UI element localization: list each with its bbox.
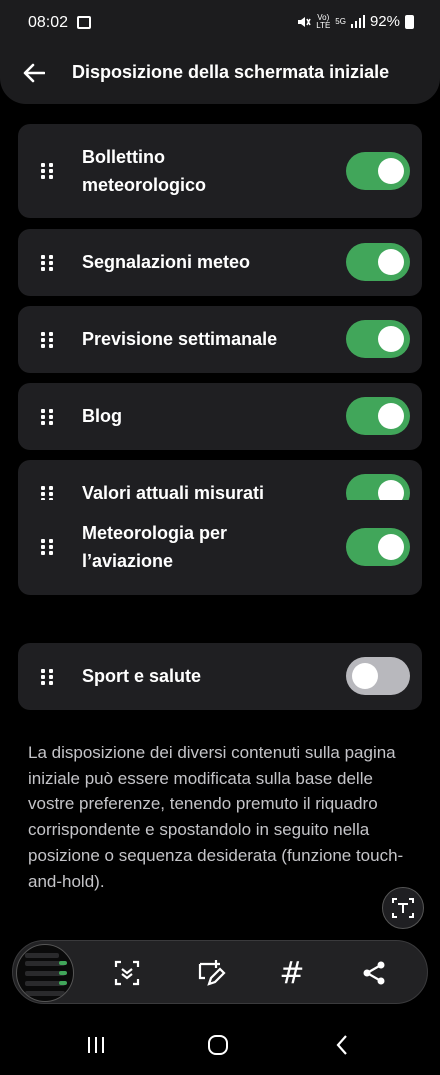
drag-handle-icon[interactable]: [41, 486, 53, 500]
toggle-knob: [378, 534, 404, 560]
signal-icon: [350, 15, 365, 28]
toggle-knob: [378, 480, 404, 500]
toggle-knob: [352, 663, 378, 689]
home-icon: [208, 1035, 228, 1055]
toggle-switch-on[interactable]: [346, 243, 410, 281]
mute-icon: [298, 16, 311, 27]
setting-label: Sport e salute: [82, 666, 202, 686]
setting-card-weather-alerts[interactable]: Segnalazioni meteo: [18, 229, 422, 296]
chevron-left-icon: [336, 1035, 347, 1055]
setting-label: Bollettino meteorologico: [82, 147, 207, 195]
toggle-knob: [378, 158, 404, 184]
setting-label: Segnalazioni meteo: [82, 252, 251, 272]
screenshot-thumbnail[interactable]: [16, 944, 74, 1002]
recent-apps-icon: [88, 1037, 104, 1053]
share-button[interactable]: [356, 955, 392, 991]
setting-label: Meteorologia per l’aviazione: [82, 523, 228, 571]
back-nav-button[interactable]: [324, 1032, 360, 1058]
drag-handle-icon[interactable]: [41, 539, 53, 555]
setting-label: Blog: [82, 406, 122, 426]
page-title: Disposizione della schermata iniziale: [72, 62, 390, 82]
text-select-icon: [392, 898, 414, 918]
setting-card-current-values-aviation[interactable]: Valori attuali misurati Meteorologia per…: [18, 460, 422, 595]
battery-percent: 92%: [369, 13, 400, 30]
setting-label: Valori attuali misurati: [82, 483, 265, 500]
toggle-switch-on[interactable]: [346, 474, 410, 500]
recent-apps-button[interactable]: [78, 1032, 114, 1058]
battery-icon: [405, 14, 414, 29]
toggle-switch-on[interactable]: [346, 320, 410, 358]
setting-card-weather-bulletin[interactable]: Bollettino meteorologico: [18, 124, 422, 218]
toggle-switch-on[interactable]: [346, 528, 410, 566]
setting-card-sport-health[interactable]: Sport e salute: [18, 643, 422, 710]
crop-edit-button[interactable]: [193, 955, 229, 991]
hashtag-icon: #: [279, 955, 305, 991]
screenshot-toolbar: #: [12, 940, 428, 1004]
toggle-switch-on[interactable]: [346, 397, 410, 435]
description-text: La disposizione dei diversi contenuti su…: [28, 743, 404, 891]
drag-handle-icon[interactable]: [41, 255, 53, 271]
drag-handle-icon[interactable]: [41, 163, 53, 179]
toggle-switch-on[interactable]: [346, 152, 410, 190]
system-navigation-bar: [0, 1010, 440, 1075]
network-type: 5G: [335, 16, 346, 26]
scroll-capture-button[interactable]: [109, 955, 145, 991]
drag-handle-icon[interactable]: [41, 669, 53, 685]
status-time: 08:02: [28, 14, 69, 31]
toggle-knob: [378, 249, 404, 275]
partially-covered-row[interactable]: Valori attuali misurati: [18, 460, 422, 500]
status-icons: Vo) LTE 5G 92%: [297, 13, 414, 30]
toggle-knob: [378, 326, 404, 352]
back-button[interactable]: [18, 58, 50, 88]
toggle-knob: [378, 403, 404, 429]
text-extract-button[interactable]: [382, 887, 424, 929]
status-bar: 08:02 Vo) LTE 5G 92%: [0, 0, 440, 46]
drag-handle-icon[interactable]: [41, 409, 53, 425]
toggle-switch-off[interactable]: [346, 657, 410, 695]
app-bar: Disposizione della schermata iniziale: [0, 46, 440, 104]
setting-card-weekly-forecast[interactable]: Previsione settimanale: [18, 306, 422, 373]
scroll-capture-icon: [114, 960, 140, 986]
gallery-notification-icon: [77, 16, 91, 29]
share-icon: [363, 961, 385, 985]
home-button[interactable]: [200, 1032, 236, 1058]
hashtag-button[interactable]: #: [274, 955, 310, 991]
setting-label: Previsione settimanale: [82, 329, 278, 349]
setting-card-blog[interactable]: Blog: [18, 383, 422, 450]
crop-edit-icon: [198, 960, 226, 986]
arrow-left-icon: [23, 63, 45, 83]
drag-handle-icon[interactable]: [41, 332, 53, 348]
volte-indicator: Vo) LTE: [316, 12, 331, 30]
